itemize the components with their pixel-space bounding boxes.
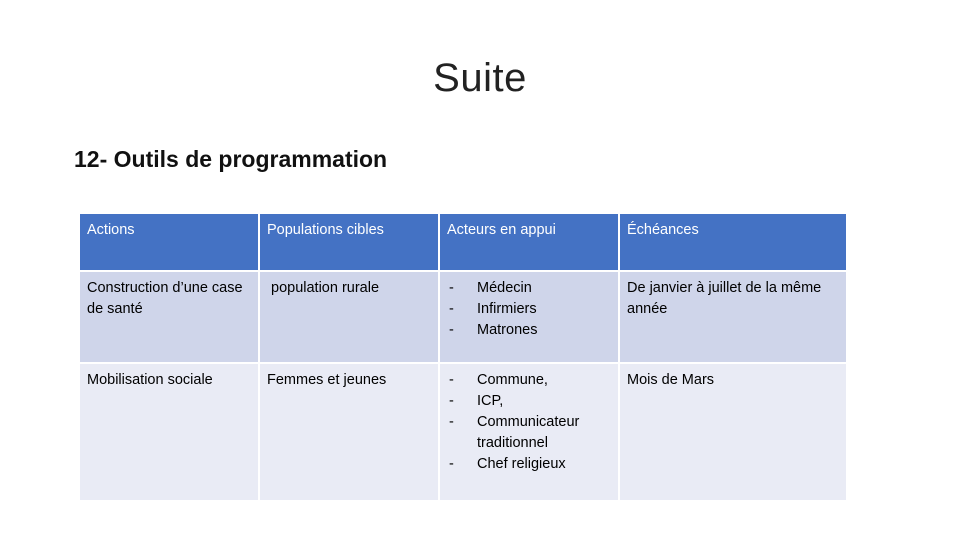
header-populations: Populations cibles [258,212,440,272]
acteurs-list: Commune, ICP, Communicateur traditionnel… [447,370,611,475]
table-header-row: Actions Populations cibles Acteurs en ap… [78,212,848,272]
cell-acteurs: Commune, ICP, Communicateur traditionnel… [438,362,620,502]
cell-population: Femmes et jeunes [258,362,440,502]
cell-echeance: De janvier à juillet de la même année [618,270,848,364]
list-item: Commune, [447,370,611,391]
section-heading: 12- Outils de programmation [74,146,388,172]
header-acteurs: Acteurs en appui [438,212,620,272]
list-item: Médecin [447,278,611,299]
acteurs-list: Médecin Infirmiers Matrones [447,278,611,341]
list-item: Chef religieux [447,454,611,475]
cell-action: Construction d’une case de santé [78,270,260,364]
list-item: Communicateur traditionnel [447,412,611,454]
programming-table: Actions Populations cibles Acteurs en ap… [78,212,848,502]
cell-acteurs: Médecin Infirmiers Matrones [438,270,620,364]
slide-title: Suite [433,56,527,100]
table-row: Mobilisation sociale Femmes et jeunes Co… [78,362,848,502]
list-item: Matrones [447,320,611,341]
list-item: ICP, [447,391,611,412]
table-row: Construction d’une case de santé populat… [78,270,848,364]
cell-echeance: Mois de Mars [618,362,848,502]
header-echeances: Échéances [618,212,848,272]
population-text: population rurale [271,280,380,296]
cell-action: Mobilisation sociale [78,362,260,502]
header-actions: Actions [78,212,260,272]
list-item: Infirmiers [447,299,611,320]
cell-population: population rurale [258,270,440,364]
